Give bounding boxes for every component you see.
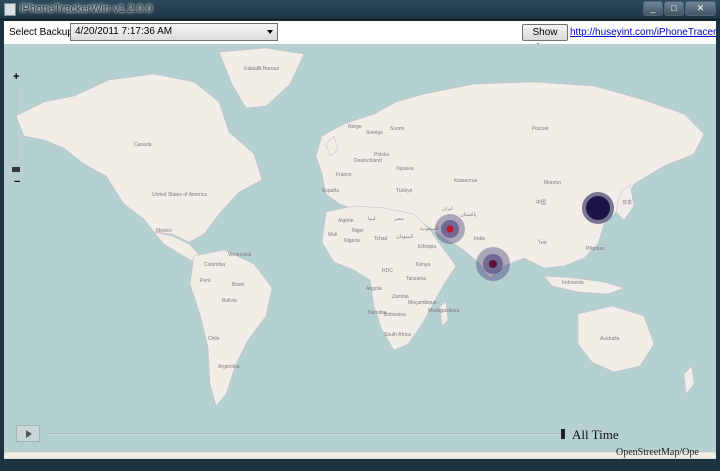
label-drc: RDC <box>382 268 393 274</box>
label-bolivia: Bolivia <box>222 298 237 304</box>
website-link[interactable]: http://huseyint.com/iPhoneTracerkWin <box>570 27 716 38</box>
label-mozambique: Moçambique <box>408 300 437 306</box>
label-peru: Perú <box>200 278 211 284</box>
label-tanzania: Tanzania <box>406 276 426 282</box>
label-finland: Suomi <box>390 126 404 132</box>
maximize-button[interactable]: □ <box>664 1 684 16</box>
label-norway: Norge <box>348 124 362 130</box>
title-bar[interactable]: iPhoneTrackerWin v1.2.0.0 _ □ ✕ <box>0 0 720 20</box>
label-france: France <box>336 172 352 178</box>
label-chile: Chile <box>208 336 220 342</box>
world-map: Россия Canada United States of America B… <box>4 44 716 459</box>
zoom-in-button[interactable]: + <box>13 71 19 83</box>
app-icon <box>4 3 16 16</box>
label-japan: 日本 <box>622 199 632 206</box>
location-marker-dot-1 <box>446 225 454 233</box>
label-colombia: Colombia <box>204 262 225 268</box>
label-pakistan: پاکستان <box>460 212 477 218</box>
label-mali: Mali <box>328 232 337 238</box>
label-canada: Canada <box>134 142 152 148</box>
zoom-out-button[interactable]: − <box>14 176 20 188</box>
select-backup-label: Select Backup: <box>9 27 76 38</box>
close-button[interactable]: ✕ <box>685 1 716 16</box>
label-usa: United States of America <box>152 192 207 198</box>
show-log-button[interactable]: Show Log <box>522 24 568 53</box>
label-botswana: Botswana <box>384 312 406 318</box>
label-poland: Polska <box>374 152 389 158</box>
label-germany: Deutschland <box>354 158 382 164</box>
label-ethiopia: Ethiopia <box>418 244 436 250</box>
label-mongolia: Монгол <box>544 180 561 186</box>
zoom-slider-track[interactable] <box>16 87 17 175</box>
label-greenland: Kalaallit Nunaat <box>244 66 280 72</box>
label-philippines: Pilipinas <box>586 246 605 252</box>
label-chad: Tchad <box>374 236 388 242</box>
map-attribution: OpenStreetMap/Ope <box>616 447 699 458</box>
label-kenya: Kenya <box>416 262 430 268</box>
label-niger: Niger <box>352 228 364 234</box>
map-view[interactable]: Россия Canada United States of America B… <box>4 44 716 459</box>
minimize-button[interactable]: _ <box>643 1 663 16</box>
location-marker-dot-2 <box>489 260 497 268</box>
window-border-right <box>716 20 720 460</box>
label-sudan: السودان <box>396 234 413 240</box>
label-sweden: Sverige <box>366 130 383 136</box>
window-title: iPhoneTrackerWin v1.2.0.0 <box>20 3 153 15</box>
label-india: India <box>474 236 485 242</box>
timeline-label: All Time <box>572 427 619 442</box>
label-egypt: مصر <box>393 216 404 222</box>
window-border-bottom <box>0 459 720 471</box>
label-mexico: Mexico <box>156 228 172 234</box>
antarctica <box>4 451 716 459</box>
label-china: 中国 <box>536 199 546 206</box>
label-indonesia: Indonesia <box>562 280 584 286</box>
label-madagascar: Madagasikara <box>428 308 460 314</box>
backup-select[interactable]: 4/20/2011 7:17:36 AM <box>70 23 278 41</box>
chevron-down-icon <box>267 30 273 34</box>
play-button[interactable] <box>16 425 40 442</box>
label-south-africa: South Africa <box>384 332 411 338</box>
label-venezuela: Venezuela <box>228 252 252 258</box>
zoom-slider-handle[interactable] <box>12 167 20 172</box>
label-nigeria: Nigeria <box>344 238 360 244</box>
label-zambia: Zambia <box>392 294 409 300</box>
label-turkey: Türkiye <box>396 188 413 194</box>
label-australia: Australia <box>600 336 620 342</box>
timeline-slider-handle[interactable] <box>561 429 565 439</box>
label-thailand: ไทย <box>537 239 547 246</box>
label-argentina: Argentina <box>218 364 240 370</box>
label-ukraine: Україна <box>396 166 414 172</box>
label-angola: Angola <box>366 286 382 292</box>
label-algeria: Algérie <box>338 218 354 224</box>
location-marker-ring-3 <box>586 196 610 220</box>
label-libya: ليبيا <box>368 216 376 222</box>
label-brasil: Brasil <box>232 282 245 288</box>
play-icon <box>26 430 32 438</box>
timeline-slider-track[interactable] <box>48 433 562 436</box>
backup-select-value: 4/20/2011 7:17:36 AM <box>75 26 173 37</box>
toolbar: Select Backup: 4/20/2011 7:17:36 AM Show… <box>4 21 716 53</box>
label-kazakhstan: Казахстан <box>454 178 478 184</box>
label-spain: España <box>322 188 339 194</box>
label-iran: ایران <box>442 206 453 212</box>
label-russia: Россия <box>532 126 549 132</box>
